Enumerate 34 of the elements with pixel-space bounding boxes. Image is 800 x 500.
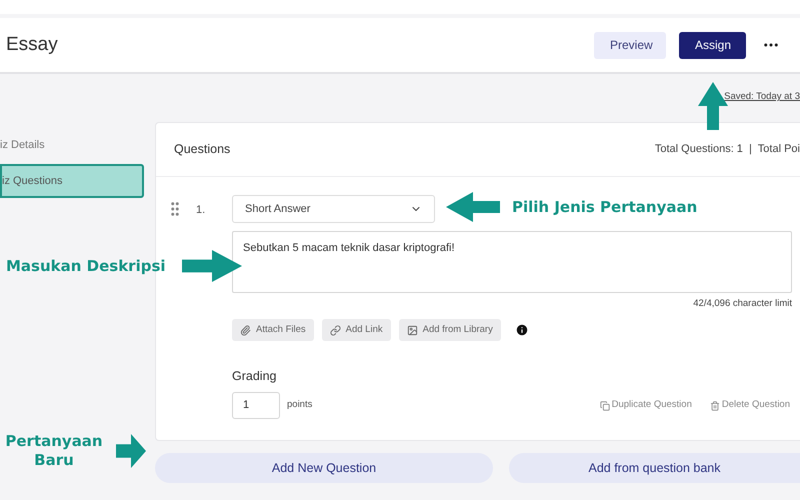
grading-label: Grading [232,368,276,386]
assign-button[interactable]: Assign [679,32,746,58]
question-number: 1. [196,203,206,218]
annotation-label: Pilih Jenis Pertanyaan [512,198,698,216]
annotation-label: Masukan Deskripsi [6,256,166,276]
question-action-link[interactable]: Duplicate Question [600,398,692,413]
add-question-button[interactable]: Add New Question [155,453,493,483]
question-text-field[interactable]: Sebutkan 5 macam teknik dasar kriptografi! [232,231,792,293]
sidebar-item[interactable]: iz Questions [0,164,144,198]
attachment-button[interactable]: Add Link [322,319,391,342]
character-limit: 42/4,096 character limit [693,297,792,311]
right-arrow [116,434,146,468]
attachment-button[interactable]: Attach Files [232,319,314,342]
attachment-button[interactable]: Add from Library [398,319,501,342]
preview-button[interactable]: Preview [594,32,666,58]
page-title: Essay [6,32,58,57]
points-field[interactable]: 1 [232,392,280,419]
question-action-link[interactable]: Delete Question [710,398,790,413]
points-label: points [287,398,312,412]
card-title: Questions [174,141,230,158]
info-icon[interactable] [514,323,529,338]
saved-status-link[interactable]: Saved: Today at 3 [696,90,800,122]
copy-icon [600,400,610,410]
trash-icon [710,400,720,410]
right-arrow [182,250,242,282]
sidebar-item[interactable]: iz Details [0,128,144,162]
questions-summary: Total Questions: 1 | Total Poi [654,142,800,158]
left-arrow [446,192,500,222]
add-question-button[interactable]: Add from question bank [509,453,800,483]
image-icon [406,324,418,336]
question-type-select[interactable]: Short Answer [232,195,435,223]
paperclip-icon [240,324,251,336]
link-icon [330,324,341,336]
annotation-label: Pertanyaan Baru [4,432,104,470]
